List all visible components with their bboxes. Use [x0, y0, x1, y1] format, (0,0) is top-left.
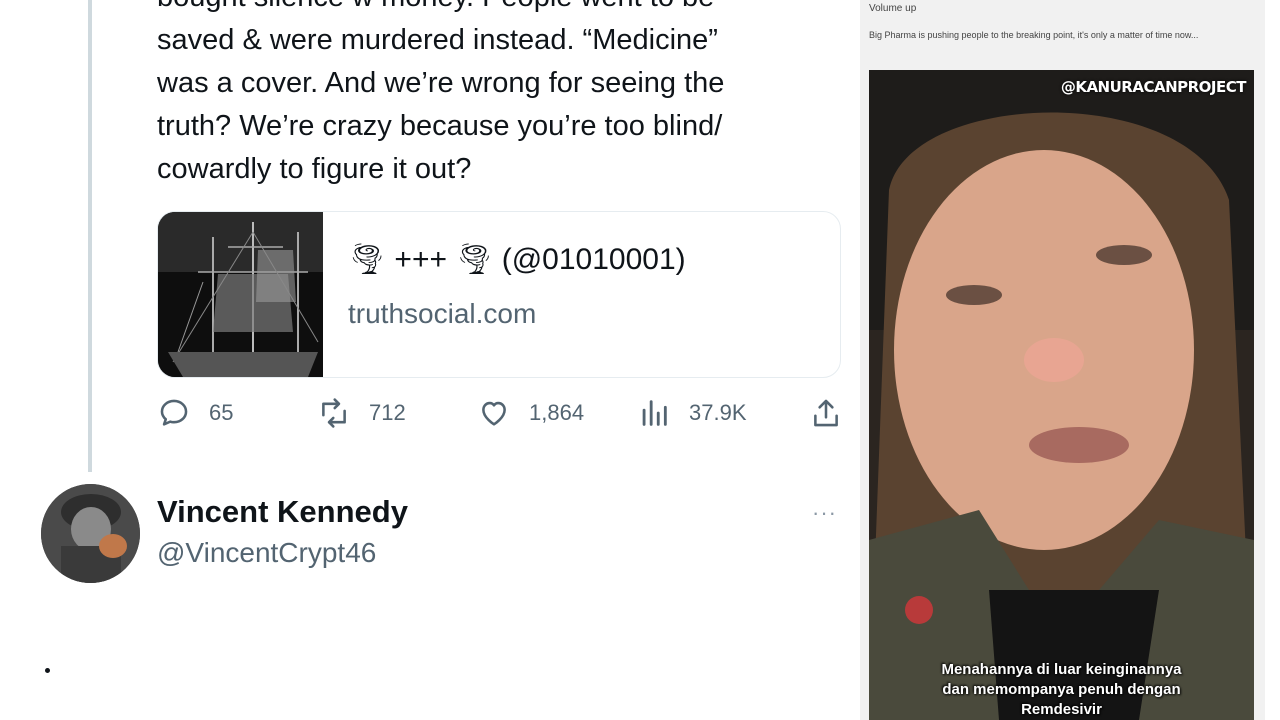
tweet-actions: 65 712 1,864 37.9K [157, 392, 847, 434]
analytics-icon [642, 400, 667, 426]
post-caption: Big Pharma is pushing people to the brea… [869, 30, 1199, 40]
video-frame [869, 70, 1254, 720]
card-title: 🌪 +++ 🌪 (@01010001) [348, 243, 686, 276]
like-count: 1,864 [529, 400, 585, 425]
reply-user-handle[interactable]: @VincentCrypt46 [157, 537, 376, 569]
video-subtitle: Menahannya di luar keinginannya dan memo… [941, 661, 1182, 718]
tweet-text: bought silence w money. People went to b… [157, 0, 725, 185]
heart-icon [482, 401, 506, 426]
reply-icon [160, 399, 188, 426]
views-button[interactable]: 37.9K [637, 392, 747, 434]
retweet-icon [322, 398, 346, 428]
reply-button[interactable]: 65 [157, 392, 233, 434]
retweet-count: 712 [369, 400, 406, 425]
video-watermark: @KANURACANPROJECT [1060, 78, 1247, 96]
more-options-icon[interactable]: ··· [812, 500, 837, 526]
reply-user-name[interactable]: Vincent Kennedy [157, 494, 408, 530]
like-button[interactable]: 1,864 [477, 392, 584, 434]
card-domain: truthsocial.com [348, 298, 537, 329]
share-icon [814, 399, 838, 427]
avatar[interactable] [41, 484, 140, 583]
ship-image [158, 212, 323, 377]
stray-dot [45, 668, 50, 673]
views-count: 37.9K [689, 400, 747, 425]
retweet-button[interactable]: 712 [317, 392, 406, 434]
reply-count: 65 [209, 400, 234, 425]
volume-label[interactable]: Volume up [869, 3, 916, 14]
video-player[interactable]: @KANURACANPROJECT Menahannya di luar kei… [869, 70, 1254, 720]
share-button[interactable] [809, 392, 843, 434]
link-preview-card[interactable]: 🌪 +++ 🌪 (@01010001) truthsocial.com [157, 211, 841, 378]
thread-connector-line [88, 0, 92, 472]
